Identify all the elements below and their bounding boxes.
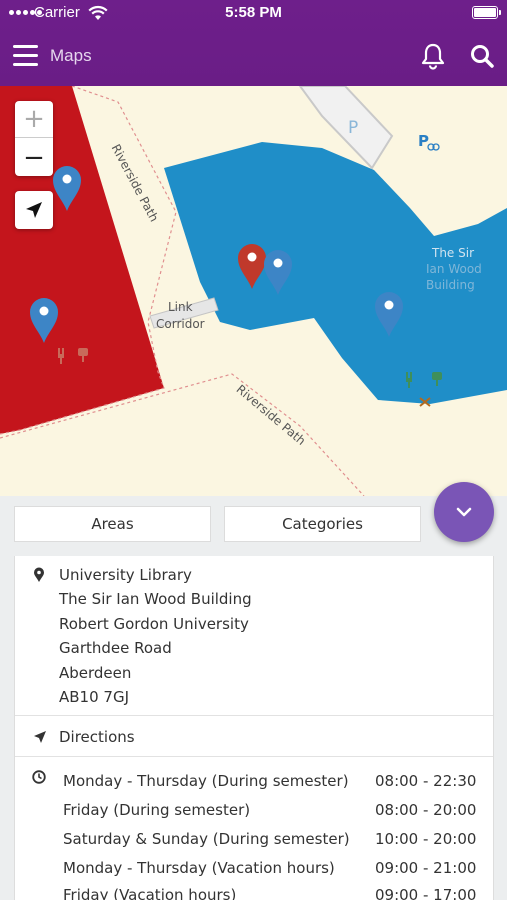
- hours-row: Friday (Vacation hours) 09:00 - 17:00: [15, 886, 493, 900]
- zoom-control: + −: [15, 101, 53, 176]
- hours-time: 09:00 - 17:00: [375, 886, 477, 900]
- page-title: Maps: [50, 46, 92, 65]
- bike-parking-icon: P: [418, 132, 440, 151]
- zoom-in-button[interactable]: +: [15, 101, 53, 138]
- location-detail-panel: University Library The Sir Ian Wood Buil…: [14, 556, 494, 900]
- map-pin-blue-4[interactable]: [373, 290, 405, 338]
- building-label-3: Building: [426, 278, 475, 292]
- zoom-out-button[interactable]: −: [15, 139, 53, 176]
- svg-text:P: P: [418, 132, 429, 150]
- directions-row[interactable]: Directions: [15, 717, 493, 757]
- building-label-1: The Sir: [432, 246, 475, 260]
- clock-time: 5:58 PM: [225, 4, 282, 21]
- filter-tab-bar: Areas Categories: [0, 496, 507, 556]
- app-header: Carrier 5:58 PM Maps: [0, 0, 507, 86]
- hours-row: Friday (During semester) 08:00 - 20:00: [15, 801, 493, 830]
- address-line: The Sir Ian Wood Building: [59, 590, 252, 608]
- hours-row: Monday - Thursday (Vacation hours) 09:00…: [15, 859, 493, 888]
- hours-day: Friday (Vacation hours): [63, 886, 237, 900]
- hours-time: 09:00 - 21:00: [375, 859, 477, 877]
- location-arrow-icon: [26, 202, 42, 218]
- hours-day: Friday (During semester): [63, 801, 251, 819]
- hamburger-menu-icon[interactable]: [13, 45, 38, 67]
- hours-row: Saturday & Sunday (During semester) 10:0…: [15, 830, 493, 859]
- chevron-down-icon: [456, 507, 472, 517]
- campus-map[interactable]: P P Riverside Path Riverside Path Link C…: [0, 86, 507, 496]
- tab-categories[interactable]: Categories: [224, 506, 421, 542]
- status-bar: Carrier 5:58 PM: [0, 0, 507, 28]
- address-line: University Library: [59, 566, 192, 584]
- link-corridor-label-1: Link: [168, 300, 193, 314]
- map-pin-blue-3[interactable]: [262, 248, 294, 296]
- battery-icon: [472, 6, 501, 19]
- address-section: University Library The Sir Ian Wood Buil…: [15, 556, 493, 716]
- hours-day: Saturday & Sunday (During semester): [63, 830, 350, 848]
- map-pin-blue-1[interactable]: [51, 164, 83, 212]
- address-line: Robert Gordon University: [59, 615, 249, 633]
- address-line: AB10 7GJ: [59, 688, 129, 706]
- collapse-panel-button[interactable]: [434, 482, 494, 542]
- address-line: Garthdee Road: [59, 639, 172, 657]
- link-corridor-label-2: Corridor: [156, 317, 205, 331]
- address-line: Aberdeen: [59, 664, 132, 682]
- bell-icon[interactable]: [420, 42, 446, 70]
- hours-day: Monday - Thursday (During semester): [63, 772, 349, 790]
- map-pin-blue-2[interactable]: [28, 296, 60, 344]
- search-icon[interactable]: [469, 43, 495, 69]
- hours-time: 08:00 - 20:00: [375, 801, 477, 819]
- map-marker-icon: [34, 567, 44, 582]
- parking-label: P: [348, 118, 359, 138]
- navigation-arrow-icon: [34, 731, 46, 743]
- tab-areas[interactable]: Areas: [14, 506, 211, 542]
- hours-day: Monday - Thursday (Vacation hours): [63, 859, 335, 877]
- hours-time: 08:00 - 22:30: [375, 772, 477, 790]
- building-label-2: Ian Wood: [426, 262, 482, 276]
- hours-row: Monday - Thursday (During semester) 08:0…: [15, 772, 493, 801]
- hours-time: 10:00 - 20:00: [375, 830, 477, 848]
- locate-me-button[interactable]: [15, 191, 53, 229]
- directions-label: Directions: [59, 728, 135, 746]
